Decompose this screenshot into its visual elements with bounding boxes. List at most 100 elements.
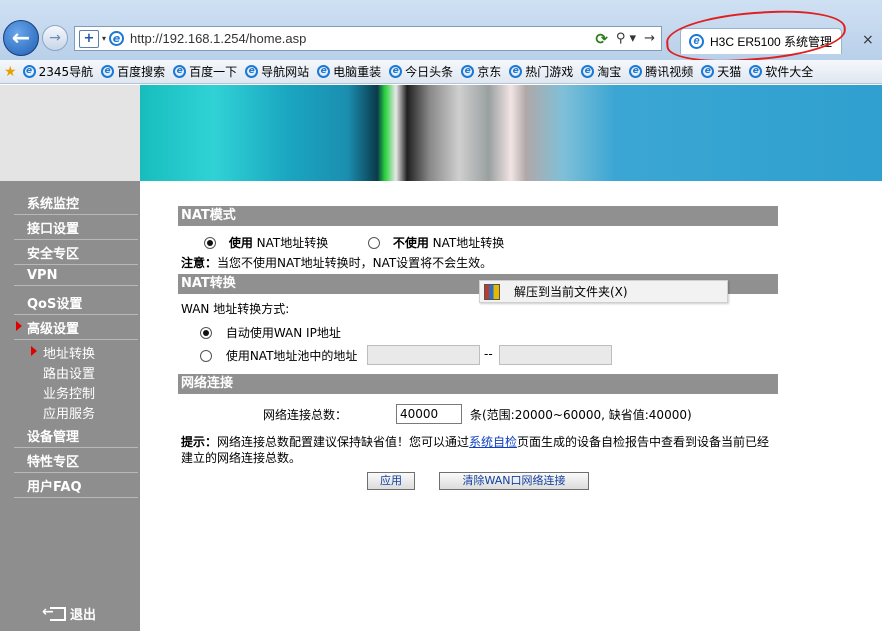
favorite-link[interactable]: e 百度搜索 xyxy=(101,63,165,80)
back-button[interactable]: ← xyxy=(3,20,39,56)
no-nat-option[interactable]: 不使用 NAT地址转换 xyxy=(368,234,504,251)
clear-wan-connections-button[interactable]: 清除WAN口网络连接 xyxy=(439,472,589,490)
conn-tip-line1: 提示：网络连接总数配置建议保持缺省值！您可以通过系统自检页面生成的设备自检报告中… xyxy=(181,433,769,450)
auto-wan-option[interactable]: 自动使用WAN IP地址 xyxy=(200,324,341,341)
sidebar-item-monitor[interactable]: 系统监控 xyxy=(14,193,138,215)
forward-arrow-icon: → xyxy=(49,30,61,46)
nat-note: 注意：当您不使用NAT地址转换时，NAT设置将不会生效。 xyxy=(181,254,492,271)
use-nat-radio[interactable] xyxy=(204,237,216,249)
favorite-link[interactable]: e 天猫 xyxy=(701,63,741,80)
ie-favicon-icon: e xyxy=(317,65,331,78)
conn-total-label: 网络连接总数： xyxy=(263,408,348,422)
favorite-link[interactable]: e 热门游戏 xyxy=(509,63,573,80)
context-menu-item[interactable]: 解压到当前文件夹(X) xyxy=(479,280,728,303)
favorite-label: 今日头条 xyxy=(405,65,454,79)
tip-text2: 页面生成的设备自检报告中查看到设备当前已经 xyxy=(517,435,770,449)
favorite-label: 百度搜索 xyxy=(117,65,166,79)
ie-page-icon: e xyxy=(109,31,125,46)
sidebar-subitem-route[interactable]: 路由设置 xyxy=(43,363,95,382)
ie-favicon-icon: e xyxy=(101,65,115,78)
ie-favicon-icon: e xyxy=(509,65,523,78)
refresh-icon[interactable]: ⟳ xyxy=(595,30,608,48)
wan-convert-label: WAN 地址转换方式: xyxy=(181,302,290,316)
conn-range-text: 条(范围:20000~60000, 缺省值:40000) xyxy=(470,408,692,422)
sidebar-item-interface[interactable]: 接口设置 xyxy=(14,218,138,240)
back-arrow-icon: ← xyxy=(11,25,31,51)
favorite-label: 京东 xyxy=(477,65,502,79)
url-text[interactable]: http://192.168.1.254/home.asp xyxy=(130,31,306,46)
favorite-link[interactable]: e 淘宝 xyxy=(581,63,621,80)
sidebar-item-vpn[interactable]: VPN xyxy=(14,268,138,286)
sidebar-item-faq[interactable]: 用户FAQ xyxy=(14,476,138,498)
favorite-label: 热门游戏 xyxy=(525,65,574,79)
favorite-label: 软件大全 xyxy=(765,65,814,79)
use-nat-label-bold: 使用 xyxy=(228,236,253,250)
logout-label: 退出 xyxy=(70,608,97,623)
no-nat-radio[interactable] xyxy=(368,237,380,249)
sidebar-item-qos[interactable]: QoS设置 xyxy=(14,293,138,315)
nat-mode-header: NAT模式 xyxy=(178,206,778,226)
favorite-link[interactable]: e 京东 xyxy=(461,63,501,80)
self-check-link[interactable]: 系统自检 xyxy=(469,435,517,449)
ie-favicon-icon: e xyxy=(389,65,403,78)
sidebar-item-security[interactable]: 安全专区 xyxy=(14,243,138,265)
logout-button[interactable]: 退出 xyxy=(42,604,97,624)
pool-end-input[interactable] xyxy=(499,345,612,365)
favorite-link[interactable]: e 百度一下 xyxy=(173,63,237,80)
logout-icon xyxy=(42,604,66,621)
ie-favicon-icon: e xyxy=(173,65,187,78)
ie-favicon-icon: e xyxy=(749,65,763,78)
forward-button[interactable]: → xyxy=(42,25,68,51)
context-menu-label: 解压到当前文件夹(X) xyxy=(514,285,628,299)
sidebar-item-advanced[interactable]: 高级设置 xyxy=(14,318,138,340)
sidebar-item-features[interactable]: 特性专区 xyxy=(14,451,138,473)
favorite-label: 2345导航 xyxy=(38,65,94,79)
stop-icon[interactable]: → xyxy=(644,31,655,46)
favorite-label: 淘宝 xyxy=(597,65,622,79)
apply-button[interactable]: 应用 xyxy=(367,472,415,490)
pool-option[interactable]: 使用NAT地址池中的地址 xyxy=(200,347,357,364)
favorite-link[interactable]: e 导航网站 xyxy=(245,63,309,80)
ie-favicon-icon: e xyxy=(22,65,36,78)
header-left-block xyxy=(0,85,140,181)
tip-text1: 网络连接总数配置建议保持缺省值！您可以通过 xyxy=(217,435,470,449)
sidebar-subitem-service-control[interactable]: 业务控制 xyxy=(43,383,95,402)
pool-radio[interactable] xyxy=(200,350,212,362)
address-bar[interactable]: + ▾ e http://192.168.1.254/home.asp ⟳ ⚲ … xyxy=(74,26,662,51)
favorite-link[interactable]: e 2345导航 xyxy=(22,63,94,80)
ie-favicon-icon: e xyxy=(629,65,643,78)
favorite-label: 腾讯视频 xyxy=(645,65,694,79)
sidebar-item-device[interactable]: 设备管理 xyxy=(14,426,138,448)
sidebar-subitem-app-service[interactable]: 应用服务 xyxy=(43,403,95,422)
no-nat-label: NAT地址转换 xyxy=(428,236,505,250)
auto-wan-radio[interactable] xyxy=(200,327,212,339)
conn-total-input[interactable]: 40000 xyxy=(396,404,462,424)
favorite-link[interactable]: e 电脑重装 xyxy=(317,63,381,80)
auto-wan-label: 自动使用WAN IP地址 xyxy=(225,326,341,340)
search-icon[interactable]: ⚲ ▾ xyxy=(616,31,636,46)
no-nat-label-bold: 不使用 xyxy=(392,236,429,250)
compatibility-view-icon[interactable]: + xyxy=(79,29,99,48)
ie-favicon-icon: e xyxy=(461,65,475,78)
sidebar-subitem-nat[interactable]: 地址转换 xyxy=(30,343,95,362)
favorite-label: 百度一下 xyxy=(189,65,238,79)
tip-label: 提示： xyxy=(181,435,218,449)
favorites-bar: ★ e 2345导航 e 百度搜索 e 百度一下 e 导航网站 e 电脑重装 e 今日头条 … xyxy=(0,60,882,84)
chevron-down-icon[interactable]: ▾ xyxy=(102,34,106,43)
use-nat-option[interactable]: 使用 NAT地址转换 xyxy=(204,234,328,251)
pool-start-input[interactable] xyxy=(367,345,480,365)
note-text: 当您不使用NAT地址转换时，NAT设置将不会生效。 xyxy=(217,256,493,270)
favorite-link[interactable]: e 软件大全 xyxy=(749,63,813,80)
ie-favicon-icon: e xyxy=(245,65,259,78)
favorite-link[interactable]: e 腾讯视频 xyxy=(629,63,693,80)
tab-close-icon[interactable]: × xyxy=(862,32,874,48)
ie-favicon-icon: e xyxy=(701,65,715,78)
favorites-star-icon[interactable]: ★ xyxy=(4,64,17,80)
favorite-link[interactable]: e 今日头条 xyxy=(389,63,453,80)
favorite-label: 天猫 xyxy=(717,65,742,79)
favorite-label: 电脑重装 xyxy=(333,65,382,79)
winrar-icon xyxy=(484,283,500,300)
favorite-label: 导航网站 xyxy=(261,65,310,79)
pool-range-dash: -- xyxy=(484,347,493,361)
ie-favicon-icon: e xyxy=(581,65,595,78)
